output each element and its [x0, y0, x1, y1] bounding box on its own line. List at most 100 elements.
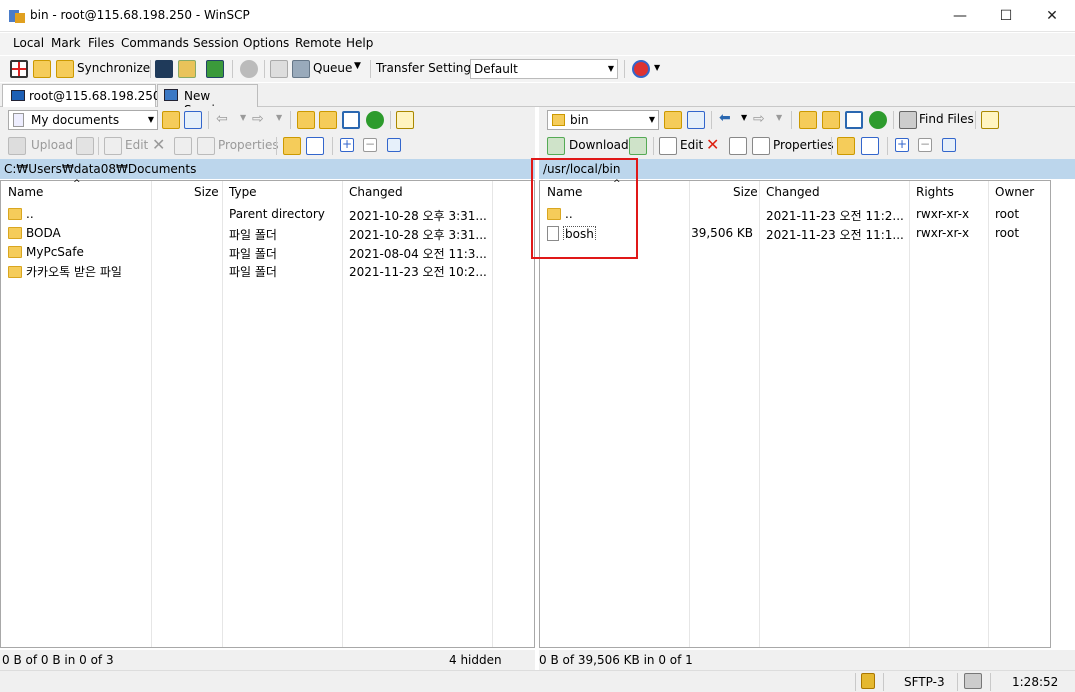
parent-dir-icon[interactable]: [799, 111, 817, 129]
refresh-icon[interactable]: [869, 111, 887, 129]
documents-icon: [13, 113, 24, 127]
right-col-owner[interactable]: Owner: [995, 181, 1034, 203]
close-button[interactable]: ✕: [1029, 0, 1075, 31]
file-changed: 2021-11-23 오전 10:2...: [349, 265, 487, 279]
synchronize-button[interactable]: Synchronize: [77, 61, 150, 75]
reconnect-dropdown-arrow-icon[interactable]: ▼: [654, 63, 660, 72]
filter-icon[interactable]: [184, 111, 202, 129]
filter-select-icon[interactable]: [942, 138, 956, 152]
new-folder-icon[interactable]: [837, 137, 855, 155]
right-location-select[interactable]: bin ▼: [547, 110, 659, 130]
compare-dirs-icon[interactable]: [10, 60, 28, 78]
synchronize-icon[interactable]: [56, 60, 74, 78]
menu-mark[interactable]: Mark: [51, 36, 81, 50]
left-col-name[interactable]: Name: [8, 181, 43, 203]
forward-arrow-icon: ⇨: [753, 111, 765, 127]
chevron-down-icon: ▼: [648, 115, 655, 124]
home-icon[interactable]: [845, 111, 863, 129]
select-all-icon[interactable]: +: [895, 138, 909, 152]
right-col-rights[interactable]: Rights: [916, 181, 954, 203]
right-col-size[interactable]: Size: [733, 181, 758, 203]
new-folder-icon[interactable]: [283, 137, 301, 155]
properties-icon: [197, 137, 215, 155]
rename-icon[interactable]: [729, 137, 747, 155]
right-status-bar: 0 B of 39,506 KB in 0 of 1: [539, 650, 1075, 670]
table-row[interactable]: .. Parent directory 2021-10-28 오후 3:31..…: [1, 207, 534, 226]
select-all-icon[interactable]: +: [340, 138, 354, 152]
menu-files[interactable]: Files: [88, 36, 114, 50]
queue-button[interactable]: Queue: [313, 61, 352, 75]
left-file-list[interactable]: Name ^ Size Type Changed .. Parent direc…: [0, 179, 535, 648]
menu-remote[interactable]: Remote: [295, 36, 341, 50]
refresh-session-icon[interactable]: [206, 60, 224, 78]
download-options-icon[interactable]: [629, 137, 647, 155]
refresh-icon[interactable]: [366, 111, 384, 129]
table-row[interactable]: 카카오톡 받은 파일 파일 폴더 2021-11-23 오전 10:2...: [1, 263, 534, 282]
right-status-text: 0 B of 39,506 KB in 0 of 1: [539, 653, 693, 667]
download-button[interactable]: Download: [569, 138, 629, 152]
left-path-bar[interactable]: C:₩Users₩data08₩Documents: [0, 159, 535, 179]
unselect-icon[interactable]: −: [363, 138, 377, 152]
preferences-gear-icon[interactable]: [240, 60, 258, 78]
table-row[interactable]: BODA 파일 폴더 2021-10-28 오후 3:31...: [1, 226, 534, 245]
unselect-icon[interactable]: −: [918, 138, 932, 152]
session-time: 1:28:52: [1012, 675, 1059, 689]
edit-button[interactable]: Edit: [680, 138, 703, 152]
folder-icon: [552, 114, 565, 126]
root-dir-icon[interactable]: [319, 111, 337, 129]
folder-icon: [8, 266, 22, 278]
properties-button[interactable]: Properties: [773, 138, 834, 152]
left-location-select[interactable]: My documents ▼: [8, 110, 158, 130]
reconnect-icon[interactable]: [632, 60, 650, 78]
back-arrow-icon: ⇦: [216, 111, 228, 127]
menu-help[interactable]: Help: [346, 36, 373, 50]
menu-local[interactable]: Local: [13, 36, 44, 50]
back-dropdown-icon[interactable]: ▼: [741, 113, 747, 122]
right-col-changed[interactable]: Changed: [766, 181, 820, 203]
queue-dropdown-arrow-icon[interactable]: ▼: [354, 61, 361, 71]
tab-session[interactable]: root@115.68.198.250: [2, 84, 160, 108]
sync-browse-icon[interactable]: [33, 60, 51, 78]
download-icon[interactable]: [547, 137, 565, 155]
file-changed: 2021-11-23 오전 11:2...: [766, 209, 904, 223]
open-folder-icon[interactable]: [162, 111, 180, 129]
terminal-icon[interactable]: [155, 60, 173, 78]
table-row[interactable]: MyPcSafe 파일 폴더 2021-08-04 오전 11:3...: [1, 245, 534, 264]
new-file-icon[interactable]: [306, 137, 324, 155]
menu-commands[interactable]: Commands: [121, 36, 189, 50]
file-type: 파일 폴더: [229, 247, 277, 261]
maximize-button[interactable]: ☐: [983, 0, 1029, 31]
properties-icon[interactable]: [752, 137, 770, 155]
filter-select-icon[interactable]: [387, 138, 401, 152]
new-file-icon[interactable]: [861, 137, 879, 155]
parent-dir-icon[interactable]: [297, 111, 315, 129]
left-col-changed[interactable]: Changed: [349, 181, 403, 203]
tree-icon[interactable]: [981, 111, 999, 129]
monitor-icon: [11, 90, 25, 101]
putty-icon[interactable]: [178, 60, 196, 78]
minimize-button[interactable]: —: [937, 0, 983, 31]
root-dir-icon[interactable]: [822, 111, 840, 129]
left-col-size[interactable]: Size: [194, 181, 219, 203]
upload-button: Upload: [31, 138, 74, 152]
find-files-button[interactable]: Find Files: [919, 112, 974, 126]
menu-options[interactable]: Options: [243, 36, 289, 50]
binoculars-icon[interactable]: [899, 111, 917, 129]
left-col-type[interactable]: Type: [229, 181, 257, 203]
edit-icon[interactable]: [659, 137, 677, 155]
filter-icon[interactable]: [687, 111, 705, 129]
file-changed: 2021-10-28 오후 3:31...: [349, 209, 487, 223]
back-arrow-icon[interactable]: ⬅: [719, 110, 731, 126]
open-folder-icon[interactable]: [664, 111, 682, 129]
highlight-box: [531, 158, 638, 259]
queue-icon[interactable]: [292, 60, 310, 78]
delete-icon[interactable]: ✕: [706, 135, 719, 154]
tree-icon[interactable]: [396, 111, 414, 129]
file-owner: root: [995, 207, 1020, 221]
tab-new-session[interactable]: New Session: [157, 84, 258, 117]
edit-icon: [104, 137, 122, 155]
menu-session[interactable]: Session: [193, 36, 239, 50]
file-rights: rwxr-xr-x: [916, 226, 970, 240]
transfer-settings-select[interactable]: Default ▼: [470, 59, 618, 79]
home-icon[interactable]: [342, 111, 360, 129]
